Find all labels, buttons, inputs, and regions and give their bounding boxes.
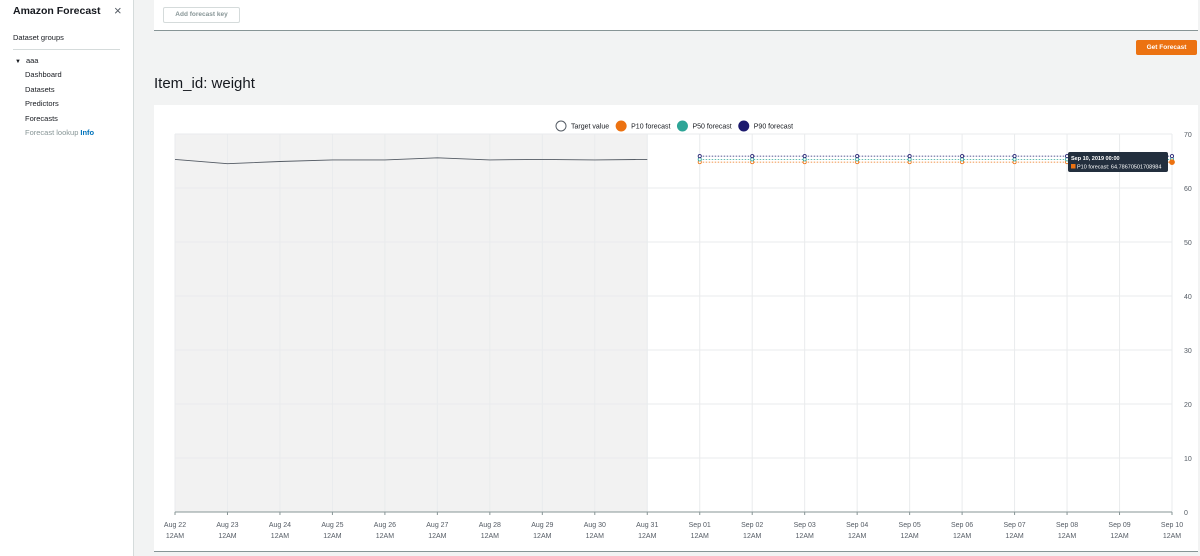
y-tick-label: 70 — [1184, 132, 1192, 139]
x-tick-sublabel: 12AM — [743, 533, 761, 540]
x-tick-sublabel: 12AM — [1005, 533, 1023, 540]
add-forecast-key-button[interactable]: Add forecast key — [163, 7, 240, 23]
legend-label-p50: P50 forecast — [692, 124, 731, 131]
page-title: Item_id: weight — [154, 75, 255, 92]
y-tick-label: 0 — [1184, 510, 1188, 517]
x-tick-label: Aug 30 — [584, 522, 606, 529]
x-tick-label: Sep 01 — [689, 522, 711, 529]
x-tick-sublabel: 12AM — [1058, 533, 1076, 540]
sidebar-item-dataset-groups[interactable]: Dataset groups — [13, 33, 64, 42]
x-tick-label: Sep 06 — [951, 522, 973, 529]
x-tick-label: Sep 08 — [1056, 522, 1078, 529]
sidebar-group-aaa[interactable]: ▼ aaa — [15, 56, 38, 65]
y-tick-label: 10 — [1184, 456, 1192, 463]
x-tick-sublabel: 12AM — [900, 533, 918, 540]
legend-label-p90: P90 forecast — [754, 124, 793, 131]
sidebar-item-label: Forecast lookup — [25, 128, 79, 137]
legend-marker-p10 — [615, 120, 627, 132]
tooltip-swatch — [1071, 164, 1076, 169]
y-tick-label: 40 — [1184, 294, 1192, 301]
x-tick-label: Aug 25 — [321, 522, 343, 529]
data-point-p90 — [907, 154, 912, 159]
x-tick-label: Sep 02 — [741, 522, 763, 529]
data-point-p50 — [750, 157, 755, 162]
sidebar-group-label: aaa — [25, 56, 39, 65]
data-point-p90 — [960, 154, 965, 159]
y-tick-label: 20 — [1184, 402, 1192, 409]
x-tick-sublabel: 12AM — [1163, 533, 1181, 540]
x-tick-sublabel: 12AM — [796, 533, 814, 540]
x-tick-sublabel: 12AM — [428, 533, 446, 540]
legend-marker-target — [555, 120, 567, 132]
x-tick-label: Aug 28 — [479, 522, 501, 529]
data-point-p90 — [802, 154, 807, 159]
close-icon[interactable]: × — [114, 4, 122, 17]
get-forecast-button[interactable]: Get Forecast — [1136, 40, 1197, 55]
x-tick-label: Sep 03 — [794, 522, 816, 529]
y-tick-label: 50 — [1184, 240, 1192, 247]
x-tick-sublabel: 12AM — [481, 533, 499, 540]
x-tick-label: Sep 04 — [846, 522, 868, 529]
sidebar-divider — [13, 49, 120, 50]
legend-label-p10: P10 forecast — [631, 124, 670, 131]
x-tick-label: Aug 29 — [531, 522, 553, 529]
history-shaded-area — [175, 134, 648, 512]
x-tick-sublabel: 12AM — [323, 533, 341, 540]
data-point-p50 — [855, 157, 860, 162]
x-tick-label: Aug 27 — [426, 522, 448, 529]
tooltip-title: Sep 10, 2019 00:00 — [1071, 156, 1120, 162]
data-point-p90 — [855, 154, 860, 159]
x-tick-sublabel: 12AM — [586, 533, 604, 540]
x-tick-label: Sep 05 — [899, 522, 921, 529]
x-tick-sublabel: 12AM — [691, 533, 709, 540]
x-tick-label: Sep 09 — [1108, 522, 1130, 529]
x-tick-sublabel: 12AM — [166, 533, 184, 540]
x-tick-sublabel: 12AM — [638, 533, 656, 540]
forecast-key-panel: Add forecast key — [154, 0, 1198, 31]
sidebar-item-forecast-lookup[interactable]: Forecast lookup Info — [25, 128, 94, 137]
x-tick-label: Aug 24 — [269, 522, 291, 529]
sidebar-item-predictors[interactable]: Predictors — [25, 99, 59, 108]
x-tick-label: Sep 07 — [1003, 522, 1025, 529]
tooltip-value: P10 forecast: 64.78670501708984 — [1077, 165, 1161, 171]
x-tick-sublabel: 12AM — [1110, 533, 1128, 540]
x-tick-label: Aug 26 — [374, 522, 396, 529]
x-tick-sublabel: 12AM — [376, 533, 394, 540]
legend-marker-p90 — [738, 120, 750, 132]
navigation-sidebar: Amazon Forecast × Dataset groups ▼ aaa Da… — [0, 0, 134, 556]
data-point-p90 — [1170, 154, 1175, 159]
data-point-p90 — [750, 154, 755, 159]
x-tick-label: Sep 10 — [1161, 522, 1183, 529]
x-tick-label: Aug 23 — [216, 522, 238, 529]
tooltip-highlight-point — [1169, 159, 1175, 166]
x-tick-sublabel: 12AM — [271, 533, 289, 540]
data-point-p90 — [697, 154, 702, 159]
forecast-chart: 0 10 20 30 40 50 60 70 Aug 22 12AM Aug 23 12AM Aug 2… — [164, 120, 1192, 540]
sidebar-title: Amazon Forecast — [13, 5, 101, 17]
data-point-p50 — [697, 157, 702, 162]
caret-down-icon: ▼ — [15, 59, 21, 65]
x-tick-label: Aug 31 — [636, 522, 658, 529]
x-tick-sublabel: 12AM — [848, 533, 866, 540]
y-tick-label: 30 — [1184, 348, 1192, 355]
x-tick-label: Aug 22 — [164, 522, 186, 529]
x-tick-sublabel: 12AM — [953, 533, 971, 540]
legend-label-target: Target value — [571, 124, 609, 131]
sidebar-item-forecasts[interactable]: Forecasts — [25, 114, 58, 123]
data-point-p90 — [1012, 154, 1017, 159]
legend-marker-p50 — [676, 120, 688, 132]
info-link[interactable]: Info — [80, 128, 94, 137]
x-tick-sublabel: 12AM — [218, 533, 236, 540]
data-point-p50 — [960, 157, 965, 162]
data-point-p50 — [907, 157, 912, 162]
sidebar-item-datasets[interactable]: Datasets — [25, 85, 55, 94]
chart-panel: 0 10 20 30 40 50 60 70 Aug 22 12AM Aug 23 12AM Aug 2… — [154, 105, 1198, 552]
sidebar-item-dashboard[interactable]: Dashboard — [25, 70, 62, 79]
y-tick-label: 60 — [1184, 186, 1192, 193]
data-point-p50 — [802, 157, 807, 162]
data-point-p50 — [1012, 157, 1017, 162]
x-tick-sublabel: 12AM — [533, 533, 551, 540]
